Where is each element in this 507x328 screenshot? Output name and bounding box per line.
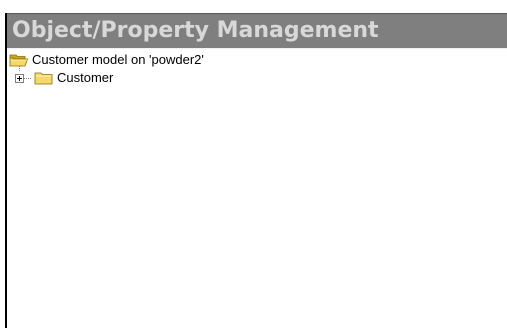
tree-connector-dots	[24, 77, 32, 79]
folder-icon	[34, 72, 53, 85]
open-folder-icon	[9, 54, 29, 67]
tree-node-root-label: Customer model on 'powder2'	[32, 52, 204, 67]
panel-title: Object/Property Management	[12, 18, 379, 43]
panel-header: Object/Property Management	[7, 13, 507, 48]
expand-plus-icon[interactable]	[15, 73, 24, 83]
tree-node-root[interactable]: Customer model on 'powder2'	[9, 51, 204, 69]
top-strip	[0, 0, 507, 13]
tree-node-customer-label: Customer	[57, 70, 114, 85]
tree-node-customer[interactable]: Customer	[15, 69, 113, 87]
object-tree[interactable]: Customer model on 'powder2' Customer	[7, 48, 507, 328]
